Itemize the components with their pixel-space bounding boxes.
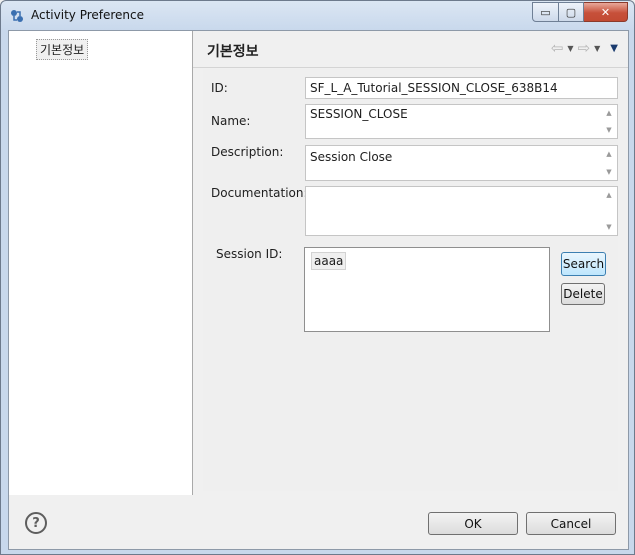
close-icon: ✕	[600, 5, 611, 19]
cancel-button-label: Cancel	[550, 516, 592, 531]
search-button[interactable]: Search	[561, 252, 606, 276]
id-field[interactable]: SF_L_A_Tutorial_SESSION_CLOSE_638B14	[305, 77, 618, 99]
name-scrollbar[interactable]: ▲ ▼	[602, 106, 616, 137]
preference-page: 기본정보 ⇦ ▼ ⇨ ▼ ▼ ID: SF_L_A_Tutorial_SESSI…	[193, 31, 628, 495]
name-label: Name:	[211, 114, 251, 128]
tree-item-basic-info[interactable]: 기본정보	[36, 39, 89, 60]
minimize-icon: ▭	[540, 5, 551, 19]
cancel-button[interactable]: Cancel	[526, 512, 616, 535]
id-value: SF_L_A_Tutorial_SESSION_CLOSE_638B14	[310, 81, 558, 95]
name-field[interactable]: SESSION_CLOSE ▲ ▼	[305, 104, 618, 139]
back-dropdown-icon[interactable]: ▼	[567, 44, 573, 53]
scroll-down-icon[interactable]: ▼	[606, 168, 611, 176]
page-title: 기본정보	[207, 44, 259, 60]
preference-tree: 기본정보	[9, 31, 193, 495]
ok-button[interactable]: OK	[428, 512, 518, 535]
help-symbol: ?	[32, 515, 40, 531]
forward-dropdown-icon[interactable]: ▼	[594, 44, 600, 53]
scroll-up-icon[interactable]: ▲	[606, 109, 611, 117]
scroll-down-icon[interactable]: ▼	[606, 126, 611, 134]
scroll-up-icon[interactable]: ▲	[606, 150, 611, 158]
delete-button[interactable]: Delete	[561, 283, 605, 305]
button-bar: ? OK Cancel	[9, 496, 628, 549]
session-id-label: Session ID:	[216, 247, 283, 261]
session-id-item[interactable]: aaaa	[311, 252, 347, 270]
search-button-label: Search	[562, 257, 605, 271]
back-arrow-icon[interactable]: ⇦	[551, 41, 564, 56]
id-label: ID:	[211, 81, 228, 95]
description-value: Session Close	[310, 150, 393, 164]
title-bar[interactable]: Activity Preference ▭ ▢ ✕	[1, 1, 634, 30]
dialog-window: Activity Preference ▭ ▢ ✕ 기본정보 기본정보 ⇦ ▼ …	[0, 0, 635, 555]
minimize-button[interactable]: ▭	[532, 2, 559, 22]
dialog-client-area: 기본정보 기본정보 ⇦ ▼ ⇨ ▼ ▼ ID: SF_L_A_Tutorial_…	[8, 30, 629, 550]
session-id-list[interactable]: aaaa	[304, 247, 550, 332]
app-icon	[11, 10, 23, 22]
view-menu-icon[interactable]: ▼	[610, 43, 618, 54]
name-value: SESSION_CLOSE	[310, 107, 408, 121]
delete-button-label: Delete	[563, 287, 603, 301]
form-content: ID: SF_L_A_Tutorial_SESSION_CLOSE_638B14…	[203, 69, 618, 491]
help-icon[interactable]: ?	[25, 512, 47, 534]
ok-button-label: OK	[464, 516, 482, 531]
window-title: Activity Preference	[31, 8, 145, 22]
maximize-icon: ▢	[565, 5, 577, 19]
description-field[interactable]: Session Close ▲ ▼	[305, 145, 618, 181]
documentation-label: Documentation:	[211, 186, 308, 200]
close-button[interactable]: ✕	[584, 2, 628, 22]
page-header: 기본정보 ⇦ ▼ ⇨ ▼ ▼	[193, 31, 628, 68]
scroll-up-icon[interactable]: ▲	[606, 191, 611, 199]
forward-arrow-icon[interactable]: ⇨	[578, 41, 591, 56]
window-controls: ▭ ▢ ✕	[532, 2, 628, 22]
scroll-down-icon[interactable]: ▼	[606, 223, 611, 231]
maximize-button[interactable]: ▢	[559, 2, 584, 22]
documentation-scrollbar[interactable]: ▲ ▼	[602, 188, 616, 234]
documentation-field[interactable]: ▲ ▼	[305, 186, 618, 236]
description-label: Description:	[211, 145, 284, 159]
page-navigation: ⇦ ▼ ⇨ ▼ ▼	[551, 41, 618, 56]
description-scrollbar[interactable]: ▲ ▼	[602, 147, 616, 179]
